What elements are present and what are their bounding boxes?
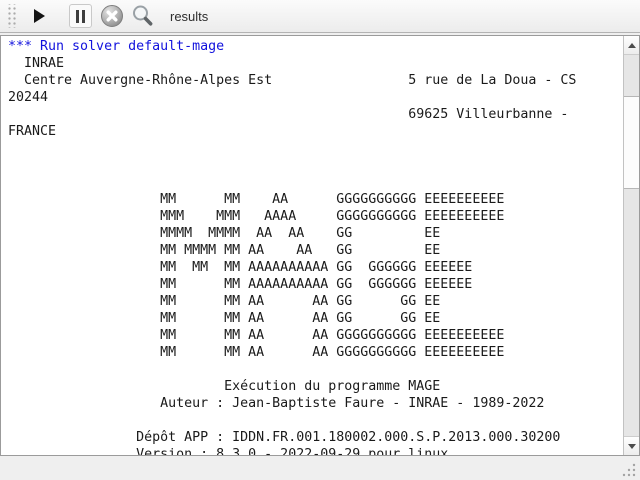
toolbar-drag-handle[interactable] xyxy=(6,4,17,28)
console-line xyxy=(8,412,623,429)
arrow-down-icon xyxy=(628,444,636,449)
console-line: MM MM AA AA GG GG EE xyxy=(8,310,623,327)
results-label: results xyxy=(170,9,208,24)
console-line: INRAE xyxy=(8,55,623,72)
console-line xyxy=(8,157,623,174)
console-line: MM MM AA AA GGGGGGGGGG EEEEEEEEEE xyxy=(8,327,623,344)
console-line: MM MM AA GGGGGGGGGG EEEEEEEEEE xyxy=(8,191,623,208)
console-line: Auteur : Jean-Baptiste Faure - INRAE - 1… xyxy=(8,395,623,412)
console-line: MM MM MM AAAAAAAAAA GG GGGGGG EEEEEE xyxy=(8,259,623,276)
console-line xyxy=(8,174,623,191)
scroll-down-button[interactable] xyxy=(624,436,639,455)
arrow-up-icon xyxy=(628,43,636,48)
console-line: Exécution du programme MAGE xyxy=(8,378,623,395)
console-line: MMM MMM AAAA GGGGGGGGGG EEEEEEEEEE xyxy=(8,208,623,225)
search-button[interactable] xyxy=(129,3,155,29)
scroll-up-button[interactable] xyxy=(624,36,639,55)
solver-results-window: { "toolbar": { "results_label": "results… xyxy=(0,0,640,480)
console-line xyxy=(8,361,623,378)
console-line: FRANCE xyxy=(8,123,623,140)
console-line: Version : 8.3.0 - 2022-09-29 pour linux xyxy=(8,446,623,455)
console-line: 20244 xyxy=(8,89,623,106)
console-line: Dépôt APP : IDDN.FR.001.180002.000.S.P.2… xyxy=(8,429,623,446)
vertical-scrollbar[interactable] xyxy=(623,36,639,455)
solver-output-view[interactable]: *** Run solver default-mage INRAE Centre… xyxy=(0,35,640,456)
console-line: MM MM AA AA GGGGGGGGGG EEEEEEEEEE xyxy=(8,344,623,361)
scrollbar-thumb[interactable] xyxy=(624,96,639,189)
console-line: Centre Auvergne-Rhône-Alpes Est 5 rue de… xyxy=(8,72,623,89)
console-line: *** Run solver default-mage xyxy=(8,38,623,55)
stop-icon xyxy=(100,4,124,28)
console-line: MM MM AAAAAAAAAA GG GGGGGG EEEEEE xyxy=(8,276,623,293)
play-icon xyxy=(34,9,45,23)
pause-icon xyxy=(76,10,85,23)
pause-solver-button[interactable] xyxy=(69,4,92,28)
run-solver-button[interactable] xyxy=(26,3,52,29)
search-icon xyxy=(129,3,155,29)
resize-grip-icon[interactable] xyxy=(618,462,638,478)
console-line: MMMM MMMM AA AA GG EE xyxy=(8,225,623,242)
toolbar: results xyxy=(0,0,640,33)
console-line: MM MMMM MM AA AA GG EE xyxy=(8,242,623,259)
console-line: MM MM AA AA GG GG EE xyxy=(8,293,623,310)
console-log: *** Run solver default-mage INRAE Centre… xyxy=(1,36,623,455)
console-line: 69625 Villeurbanne - xyxy=(8,106,623,123)
status-strip xyxy=(0,456,640,480)
stop-solver-button[interactable] xyxy=(99,3,125,29)
console-line xyxy=(8,140,623,157)
